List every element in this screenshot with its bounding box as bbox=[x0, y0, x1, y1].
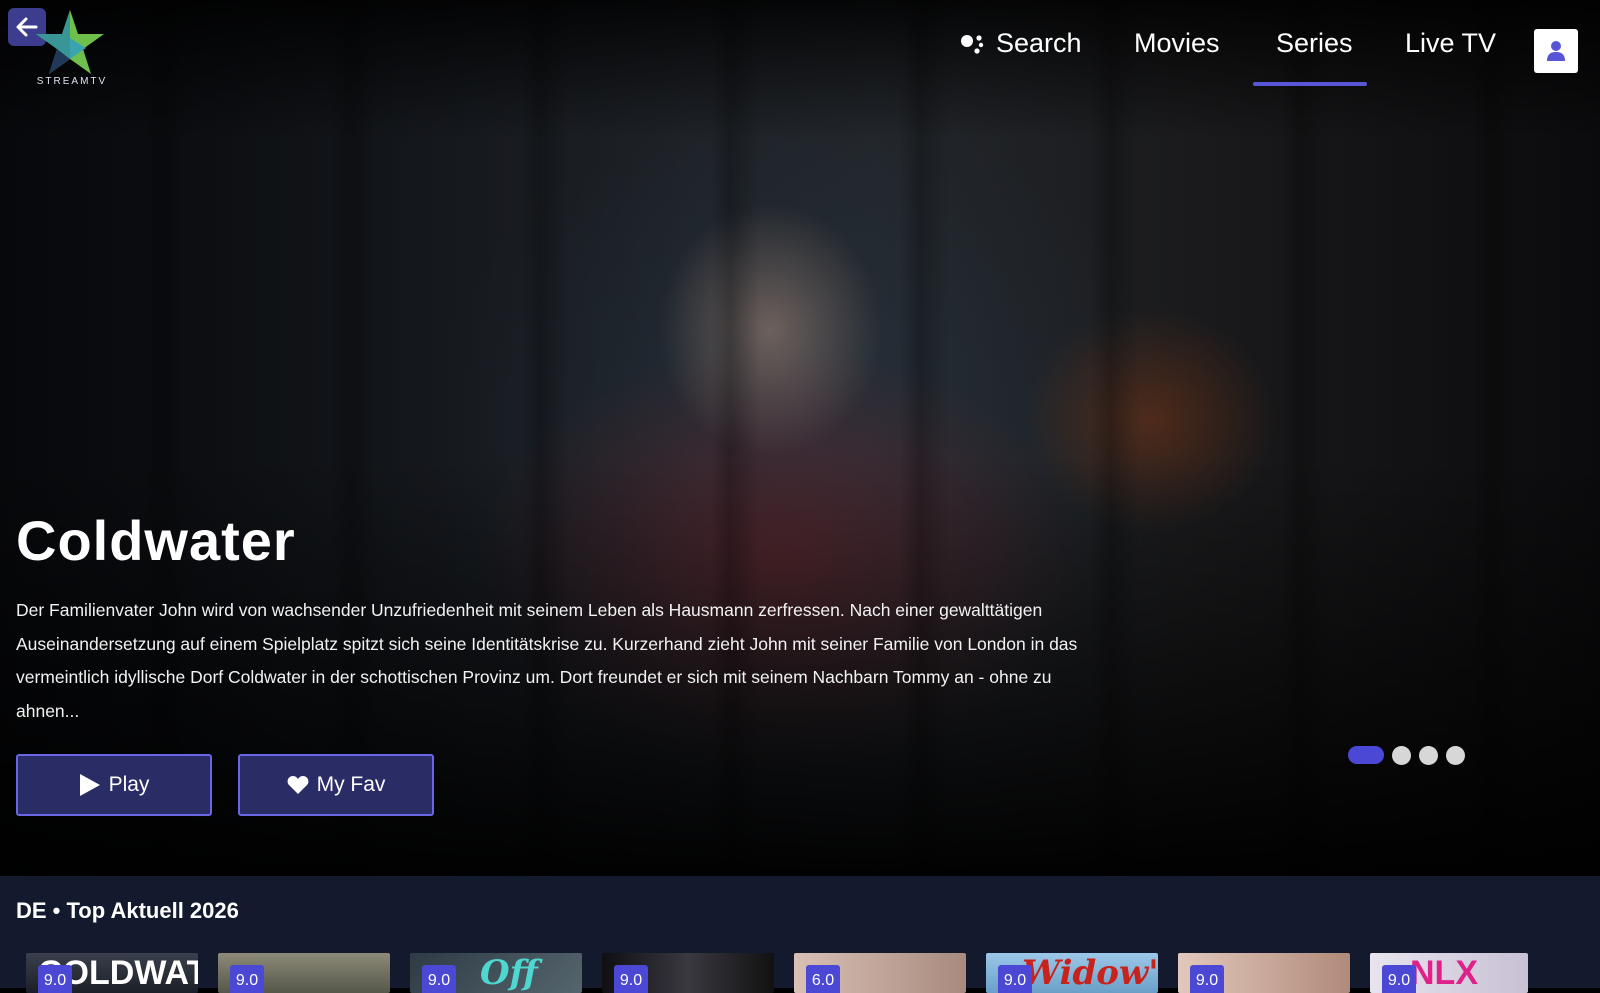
hero-description: Der Familienvater John wird von wachsend… bbox=[16, 600, 1078, 721]
user-icon bbox=[1547, 41, 1565, 61]
star-logo-icon bbox=[36, 10, 104, 74]
app-logo[interactable]: STREAMTV bbox=[36, 8, 112, 90]
play-label: Play bbox=[108, 773, 150, 796]
poster-card[interactable]: 9.0 bbox=[218, 953, 390, 993]
nav-search-label: Search bbox=[996, 28, 1082, 58]
rating-badge: 9.0 bbox=[1190, 965, 1224, 993]
poster-card[interactable]: Off 9.0 bbox=[410, 953, 582, 993]
logo-text: STREAMTV bbox=[36, 76, 108, 87]
carousel-dot[interactable] bbox=[1348, 746, 1384, 764]
google-assistant-icon bbox=[961, 34, 984, 54]
rating-badge: 9.0 bbox=[998, 965, 1032, 993]
nav-livetv[interactable]: Live TV bbox=[1405, 28, 1496, 59]
rating-badge: 9.0 bbox=[614, 965, 648, 993]
rating-badge: 9.0 bbox=[1382, 965, 1416, 993]
nav-series[interactable]: Series bbox=[1276, 28, 1353, 59]
rating-badge: 9.0 bbox=[230, 965, 264, 993]
carousel-dot[interactable] bbox=[1392, 745, 1411, 765]
poster-title-art: Off bbox=[480, 953, 538, 993]
nav-search[interactable]: Search bbox=[960, 28, 1082, 59]
profile-button[interactable] bbox=[1534, 29, 1578, 73]
carousel-dot[interactable] bbox=[1446, 745, 1465, 765]
rating-badge: 6.0 bbox=[806, 965, 840, 993]
poster-card[interactable]: 6.0 bbox=[794, 953, 966, 993]
poster-card[interactable]: 9.0 bbox=[1178, 953, 1350, 993]
my-fav-button[interactable]: My Fav bbox=[238, 754, 434, 816]
hero-title: Coldwater bbox=[16, 509, 296, 572]
nav-movies[interactable]: Movies bbox=[1134, 28, 1220, 59]
content-row-section: DE • Top Aktuell 2026 COLDWATER 9.0 9.0 … bbox=[0, 876, 1600, 993]
row-title: DE • Top Aktuell 2026 bbox=[16, 898, 239, 923]
nav-active-indicator bbox=[1253, 82, 1367, 86]
poster-title-art: NLX bbox=[1410, 954, 1478, 992]
heart-icon bbox=[287, 776, 308, 794]
poster-card[interactable]: 9.0 bbox=[602, 953, 774, 993]
play-button[interactable]: Play bbox=[16, 754, 212, 816]
rating-badge: 9.0 bbox=[422, 965, 456, 993]
poster-card[interactable]: COLDWATER 9.0 bbox=[26, 953, 198, 993]
poster-card[interactable]: Widow's 9.0 bbox=[986, 953, 1158, 993]
carousel-indicator bbox=[1348, 745, 1465, 765]
play-icon bbox=[79, 774, 100, 796]
my-fav-label: My Fav bbox=[316, 773, 386, 796]
poster-card[interactable]: NLX 9.0 bbox=[1370, 953, 1528, 993]
carousel-dot[interactable] bbox=[1419, 745, 1438, 765]
rating-badge: 9.0 bbox=[38, 965, 72, 993]
poster-title-art: Widow's bbox=[1022, 953, 1158, 993]
